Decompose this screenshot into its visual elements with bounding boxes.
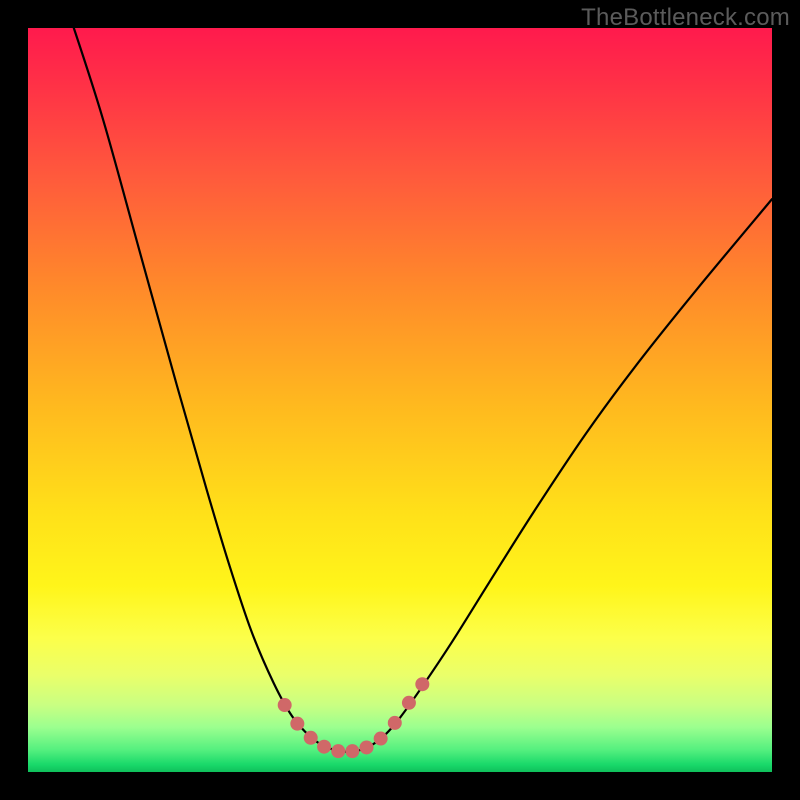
highlight-marker	[345, 744, 359, 758]
highlight-marker	[290, 717, 304, 731]
highlight-marker	[360, 740, 374, 754]
highlight-marker	[402, 696, 416, 710]
bottleneck-curve	[69, 28, 772, 752]
highlight-marker	[317, 740, 331, 754]
watermark-text: TheBottleneck.com	[581, 4, 790, 32]
highlight-marker	[304, 731, 318, 745]
curve-layer	[28, 28, 772, 772]
highlight-marker	[278, 698, 292, 712]
highlight-marker	[331, 744, 345, 758]
highlight-markers	[278, 677, 430, 758]
highlight-marker	[415, 677, 429, 691]
plot-area	[28, 28, 772, 772]
highlight-marker	[374, 732, 388, 746]
chart-frame: TheBottleneck.com	[0, 0, 800, 800]
highlight-marker	[388, 716, 402, 730]
